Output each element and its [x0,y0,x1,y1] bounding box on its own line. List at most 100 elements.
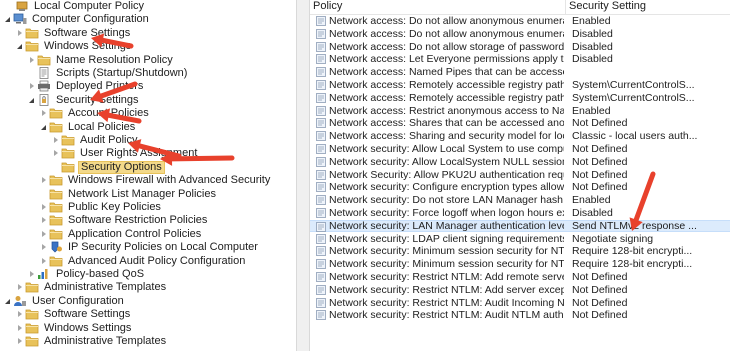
tree-item[interactable]: User Configuration [4,295,126,308]
expand-arrow-icon[interactable] [40,214,49,227]
policy-row[interactable]: Network security: Do not store LAN Manag… [310,194,730,206]
expand-arrow-icon[interactable] [40,107,49,120]
tree-item[interactable]: Windows Settings [16,40,133,53]
policy-row[interactable]: Network access: Do not allow anonymous e… [310,15,730,27]
policy-row[interactable]: Network security: Allow LocalSystem NULL… [310,156,730,168]
collapse-arrow-icon[interactable] [4,295,13,308]
tree-item[interactable]: User Rights Assignment [52,147,199,160]
tree-item[interactable]: Local Computer Policy [6,0,146,13]
policy-row[interactable]: Network access: Shares that can be acces… [310,117,730,129]
security-setting-value: Enabled [572,104,611,117]
expand-arrow-icon[interactable] [52,147,61,160]
policy-row[interactable]: Network access: Named Pipes that can be … [310,66,730,78]
policy-row[interactable]: Network security: Restrict NTLM: Add ser… [310,284,730,296]
tree-item[interactable]: Software Restriction Policies [40,214,209,227]
expand-arrow-icon[interactable] [16,322,25,335]
policy-setting-icon [316,144,326,154]
expand-arrow-icon[interactable] [16,308,25,321]
policy-row[interactable]: Network access: Let Everyone permissions… [310,53,730,65]
policy-row[interactable]: Network security: Minimum session securi… [310,258,730,270]
security-setting-value: Not Defined [572,271,628,283]
policy-name: Network access: Do not allow storage of … [329,40,564,53]
expand-arrow-icon[interactable] [16,335,25,348]
policy-row[interactable]: Network security: Restrict NTLM: Audit I… [310,297,730,309]
collapse-arrow-icon[interactable] [40,121,49,134]
policy-name: Network access: Shares that can be acces… [329,117,564,130]
tree-item[interactable]: Security Settings [28,94,141,107]
policy-row[interactable]: Network security: Force logoff when logo… [310,207,730,219]
tree-item[interactable]: Administrative Templates [16,335,168,348]
tree-item[interactable]: Windows Settings [16,322,133,335]
tree-item[interactable]: Deployed Printers [28,80,145,93]
tree-item[interactable]: Computer Configuration [4,13,151,26]
tree-item[interactable]: Policy-based QoS [28,268,146,281]
tree-item-label: Windows Firewall with Advanced Security [68,174,271,187]
security-setting-value: Not Defined [572,143,628,155]
expand-arrow-icon[interactable] [28,268,37,281]
folder-icon [49,255,63,267]
collapse-arrow-icon[interactable] [16,40,25,53]
tree-item[interactable]: Account Policies [40,107,151,120]
tree-item[interactable]: Software Settings [16,308,132,321]
column-header-security-setting[interactable]: Security Setting [566,0,729,14]
column-header-policy[interactable]: Policy [310,0,567,14]
tree-item[interactable]: IP Security Policies on Local Computer [40,241,260,254]
policy-name: Network access: Do not allow anonymous e… [329,15,564,27]
policy-row[interactable]: Network security: Allow Local System to … [310,143,730,155]
tree-item[interactable]: Administrative Templates [16,281,168,294]
policy-row[interactable]: Network security: LAN Manager authentica… [310,219,730,232]
tree-item-label: Local Policies [68,120,136,133]
policy-row[interactable]: Network access: Do not allow anonymous e… [310,28,730,40]
tree-item[interactable]: Network List Manager Policies [40,188,218,201]
folder-icon [49,121,63,133]
policy-row[interactable]: Network access: Do not allow storage of … [310,41,730,53]
expand-arrow-icon[interactable] [28,80,37,93]
tree-item[interactable]: Name Resolution Policy [28,54,175,67]
tree-item-label: Windows Settings [44,40,132,53]
tree-item-label: Scripts (Startup/Shutdown) [56,67,188,79]
tree-item-label: Administrative Templates [44,281,167,294]
tree-item[interactable]: Advanced Audit Policy Configuration [40,255,247,268]
tree-item-label: Software Settings [44,26,131,39]
expand-arrow-icon[interactable] [16,27,25,40]
folder-icon [61,147,75,159]
policy-name: Network security: LDAP client signing re… [329,232,564,245]
policy-row[interactable]: Network Security: Allow PKU2U authentica… [310,169,730,181]
policy-row[interactable]: Network security: LDAP client signing re… [310,233,730,245]
policy-row[interactable]: Network access: Restrict anonymous acces… [310,105,730,117]
policy-row[interactable]: Network access: Remotely accessible regi… [310,79,730,91]
tree-item[interactable]: Application Control Policies [40,228,203,241]
policy-name: Network security: LAN Manager authentica… [329,220,564,231]
policy-row[interactable]: Network security: Restrict NTLM: Audit N… [310,309,730,321]
folder-icon [25,322,39,334]
expand-arrow-icon[interactable] [28,54,37,67]
tree-item-label: Deployed Printers [56,80,144,93]
policy-row[interactable]: Network access: Remotely accessible regi… [310,92,730,104]
tree-item[interactable]: Software Settings [16,27,132,40]
policy-row[interactable]: Network security: Minimum session securi… [310,245,730,257]
policy-row[interactable]: Network security: Configure encryption t… [310,181,730,193]
tree-item[interactable]: Windows Firewall with Advanced Security [40,174,272,187]
expand-arrow-icon[interactable] [40,174,49,187]
tree-item-label: Public Key Policies [68,201,161,213]
policy-row[interactable]: Network security: Restrict NTLM: Add rem… [310,271,730,283]
tree-item[interactable]: Scripts (Startup/Shutdown) [28,67,189,80]
policy-row[interactable]: Network access: Sharing and security mod… [310,130,730,142]
collapse-arrow-icon[interactable] [28,94,37,107]
policy-name: Network access: Named Pipes that can be … [329,66,564,79]
tree-item[interactable]: Public Key Policies [40,201,163,214]
tree-item[interactable]: Security Options [52,160,165,174]
expand-arrow-icon[interactable] [52,134,61,147]
expand-arrow-icon[interactable] [40,201,49,214]
expand-arrow-icon[interactable] [40,255,49,268]
collapse-arrow-icon[interactable] [4,13,13,26]
tree-item[interactable]: Local Policies [40,121,137,134]
tree-item-label: Software Restriction Policies [68,214,208,227]
policy-setting-icon [316,54,326,65]
expand-arrow-icon[interactable] [40,228,49,241]
pane-splitter[interactable] [296,0,310,351]
expand-arrow-icon[interactable] [40,241,49,254]
tree-item[interactable]: Audit Policy [52,134,139,147]
expand-arrow-icon[interactable] [16,281,25,294]
